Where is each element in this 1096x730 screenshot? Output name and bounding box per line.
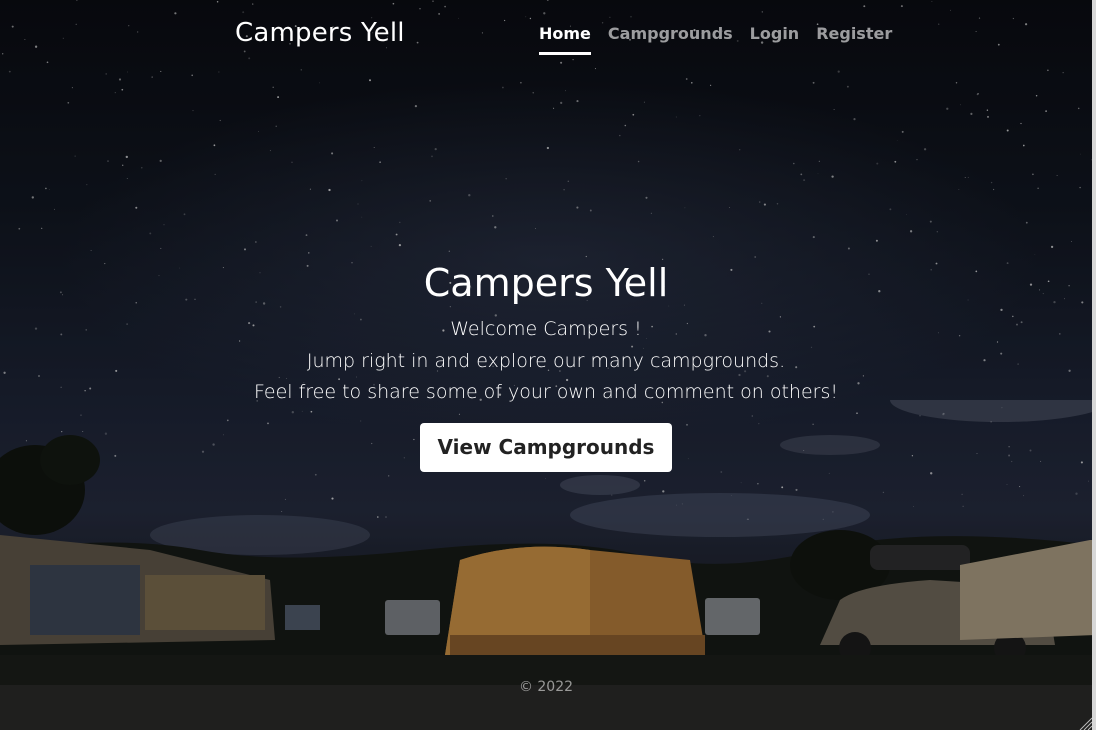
hero-cover: Campers Yell Home Campgrounds Login Regi…	[0, 0, 1096, 730]
site-footer: © 2022	[0, 679, 1092, 695]
nav-link-login[interactable]: Login	[750, 24, 800, 55]
main-nav: Home Campgrounds Login Register	[539, 24, 909, 55]
nav-link-register[interactable]: Register	[816, 24, 892, 55]
hero-lead: Welcome Campers ! Jump right in and expl…	[0, 314, 1092, 409]
share-text: Feel free to share some of your own and …	[254, 381, 838, 403]
copyright-text: © 2022	[518, 679, 574, 695]
welcome-text: Welcome Campers !	[450, 318, 642, 340]
nav-link-home[interactable]: Home	[539, 24, 591, 55]
hero-content: Campers Yell Welcome Campers ! Jump righ…	[0, 258, 1092, 472]
explore-text: Jump right in and explore our many campg…	[306, 349, 786, 372]
nav-link-campgrounds[interactable]: Campgrounds	[608, 24, 733, 55]
window-scrollbar[interactable]	[1092, 0, 1096, 730]
resize-grip-icon[interactable]	[1078, 716, 1092, 730]
view-campgrounds-button[interactable]: View Campgrounds	[419, 422, 673, 472]
page-title: Campers Yell	[423, 261, 669, 305]
site-brand[interactable]: Campers Yell	[235, 18, 405, 48]
